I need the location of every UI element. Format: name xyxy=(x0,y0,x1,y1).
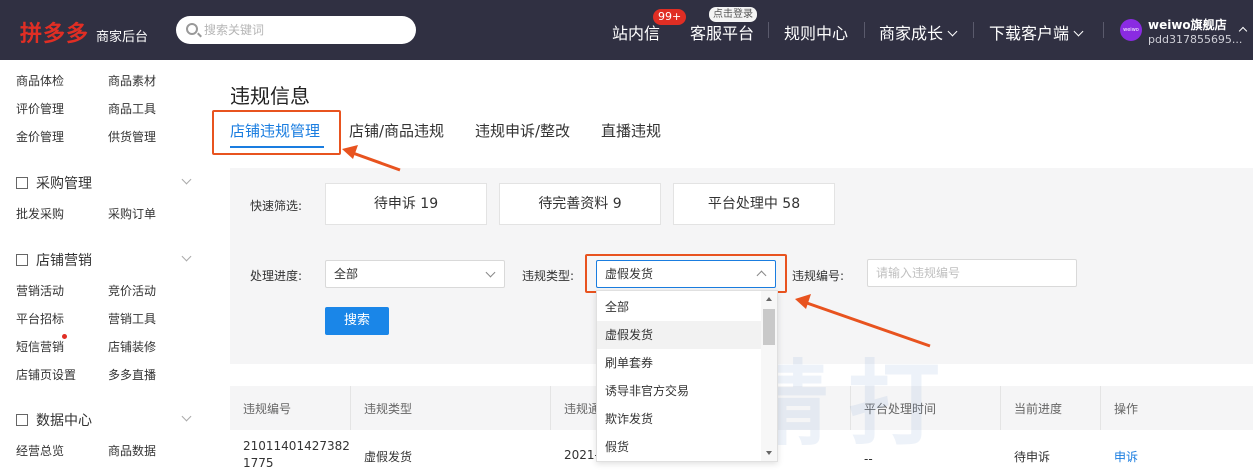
arrow-icon xyxy=(795,294,931,348)
annotation-arrows xyxy=(342,145,931,348)
arrow-icon xyxy=(342,145,401,172)
